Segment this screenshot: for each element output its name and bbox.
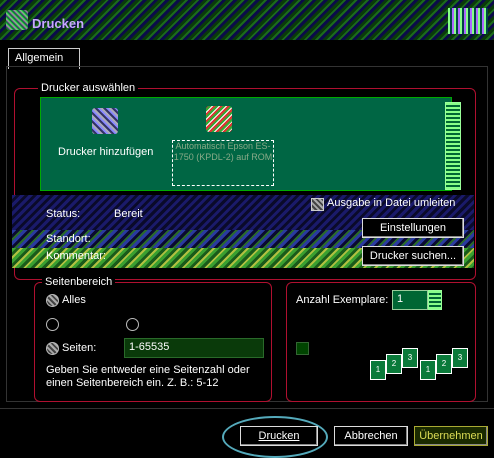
- settings-button[interactable]: Einstellungen: [362, 218, 464, 238]
- pages-input-value: 1-65535: [129, 341, 170, 353]
- pages-input[interactable]: 1-65535: [124, 338, 264, 358]
- status-value: Bereit: [114, 208, 143, 220]
- selection-radio[interactable]: [126, 318, 139, 331]
- copies-input-value: 1: [397, 293, 404, 305]
- printer-icon[interactable]: [206, 106, 232, 132]
- app-logo-icon: [6, 10, 28, 30]
- pages-label[interactable]: Seiten:: [62, 342, 96, 354]
- current-page-radio[interactable]: [46, 318, 59, 331]
- pages-radio[interactable]: [46, 342, 59, 355]
- copies-input[interactable]: 1: [392, 290, 428, 310]
- selected-printer-item[interactable]: Automatisch Epson ES-1750 (KPDL-2) auf R…: [172, 140, 274, 186]
- tab-label: Allgemein: [15, 52, 64, 64]
- page-range-hint: Geben Sie entweder eine Seitenzahl oder …: [46, 364, 250, 389]
- add-printer-icon[interactable]: [92, 108, 118, 134]
- find-printer-button[interactable]: Drucker suchen...: [362, 246, 464, 266]
- collate-page-1b: 1: [420, 360, 436, 380]
- copies-label: Anzahl Exemplare:: [296, 294, 389, 306]
- apply-button[interactable]: Übernehmen: [414, 426, 488, 446]
- printer-list-scrollbar[interactable]: [445, 102, 461, 190]
- collate-page-2: 2: [386, 354, 402, 374]
- collate-illustration-2: 1 2 3: [420, 348, 468, 380]
- bottom-separator: [0, 408, 494, 409]
- print-to-file-label[interactable]: Ausgabe in Datei umleiten: [327, 197, 455, 209]
- collate-page-3: 3: [402, 348, 418, 368]
- status-label: Status:: [46, 208, 81, 220]
- cancel-button[interactable]: Abbrechen: [334, 426, 408, 446]
- copies-spinner[interactable]: [428, 290, 442, 310]
- collate-page-3b: 3: [452, 348, 468, 368]
- collate-page-1: 1: [370, 360, 386, 380]
- collate-page-2b: 2: [436, 354, 452, 374]
- collate-checkbox[interactable]: [296, 342, 309, 355]
- comment-label: Kommentar:: [46, 250, 106, 262]
- page-range-group-label: Seitenbereich: [42, 276, 116, 288]
- print-button[interactable]: Drucken: [240, 426, 318, 446]
- all-pages-radio[interactable]: [46, 294, 59, 307]
- add-printer-label[interactable]: Drucker hinzufügen: [58, 146, 153, 158]
- window-title: Drucken: [32, 16, 85, 31]
- all-pages-label[interactable]: Alles: [62, 294, 86, 306]
- selected-printer-label: Automatisch Epson ES-1750 (KPDL-2) auf R…: [173, 141, 273, 162]
- window-controls[interactable]: [448, 8, 488, 34]
- print-to-file-checkbox[interactable]: [311, 198, 324, 211]
- printer-select-group-label: Drucker auswählen: [38, 82, 139, 94]
- location-label: Standort:: [46, 233, 91, 245]
- collate-illustration: 1 2 3: [370, 348, 418, 380]
